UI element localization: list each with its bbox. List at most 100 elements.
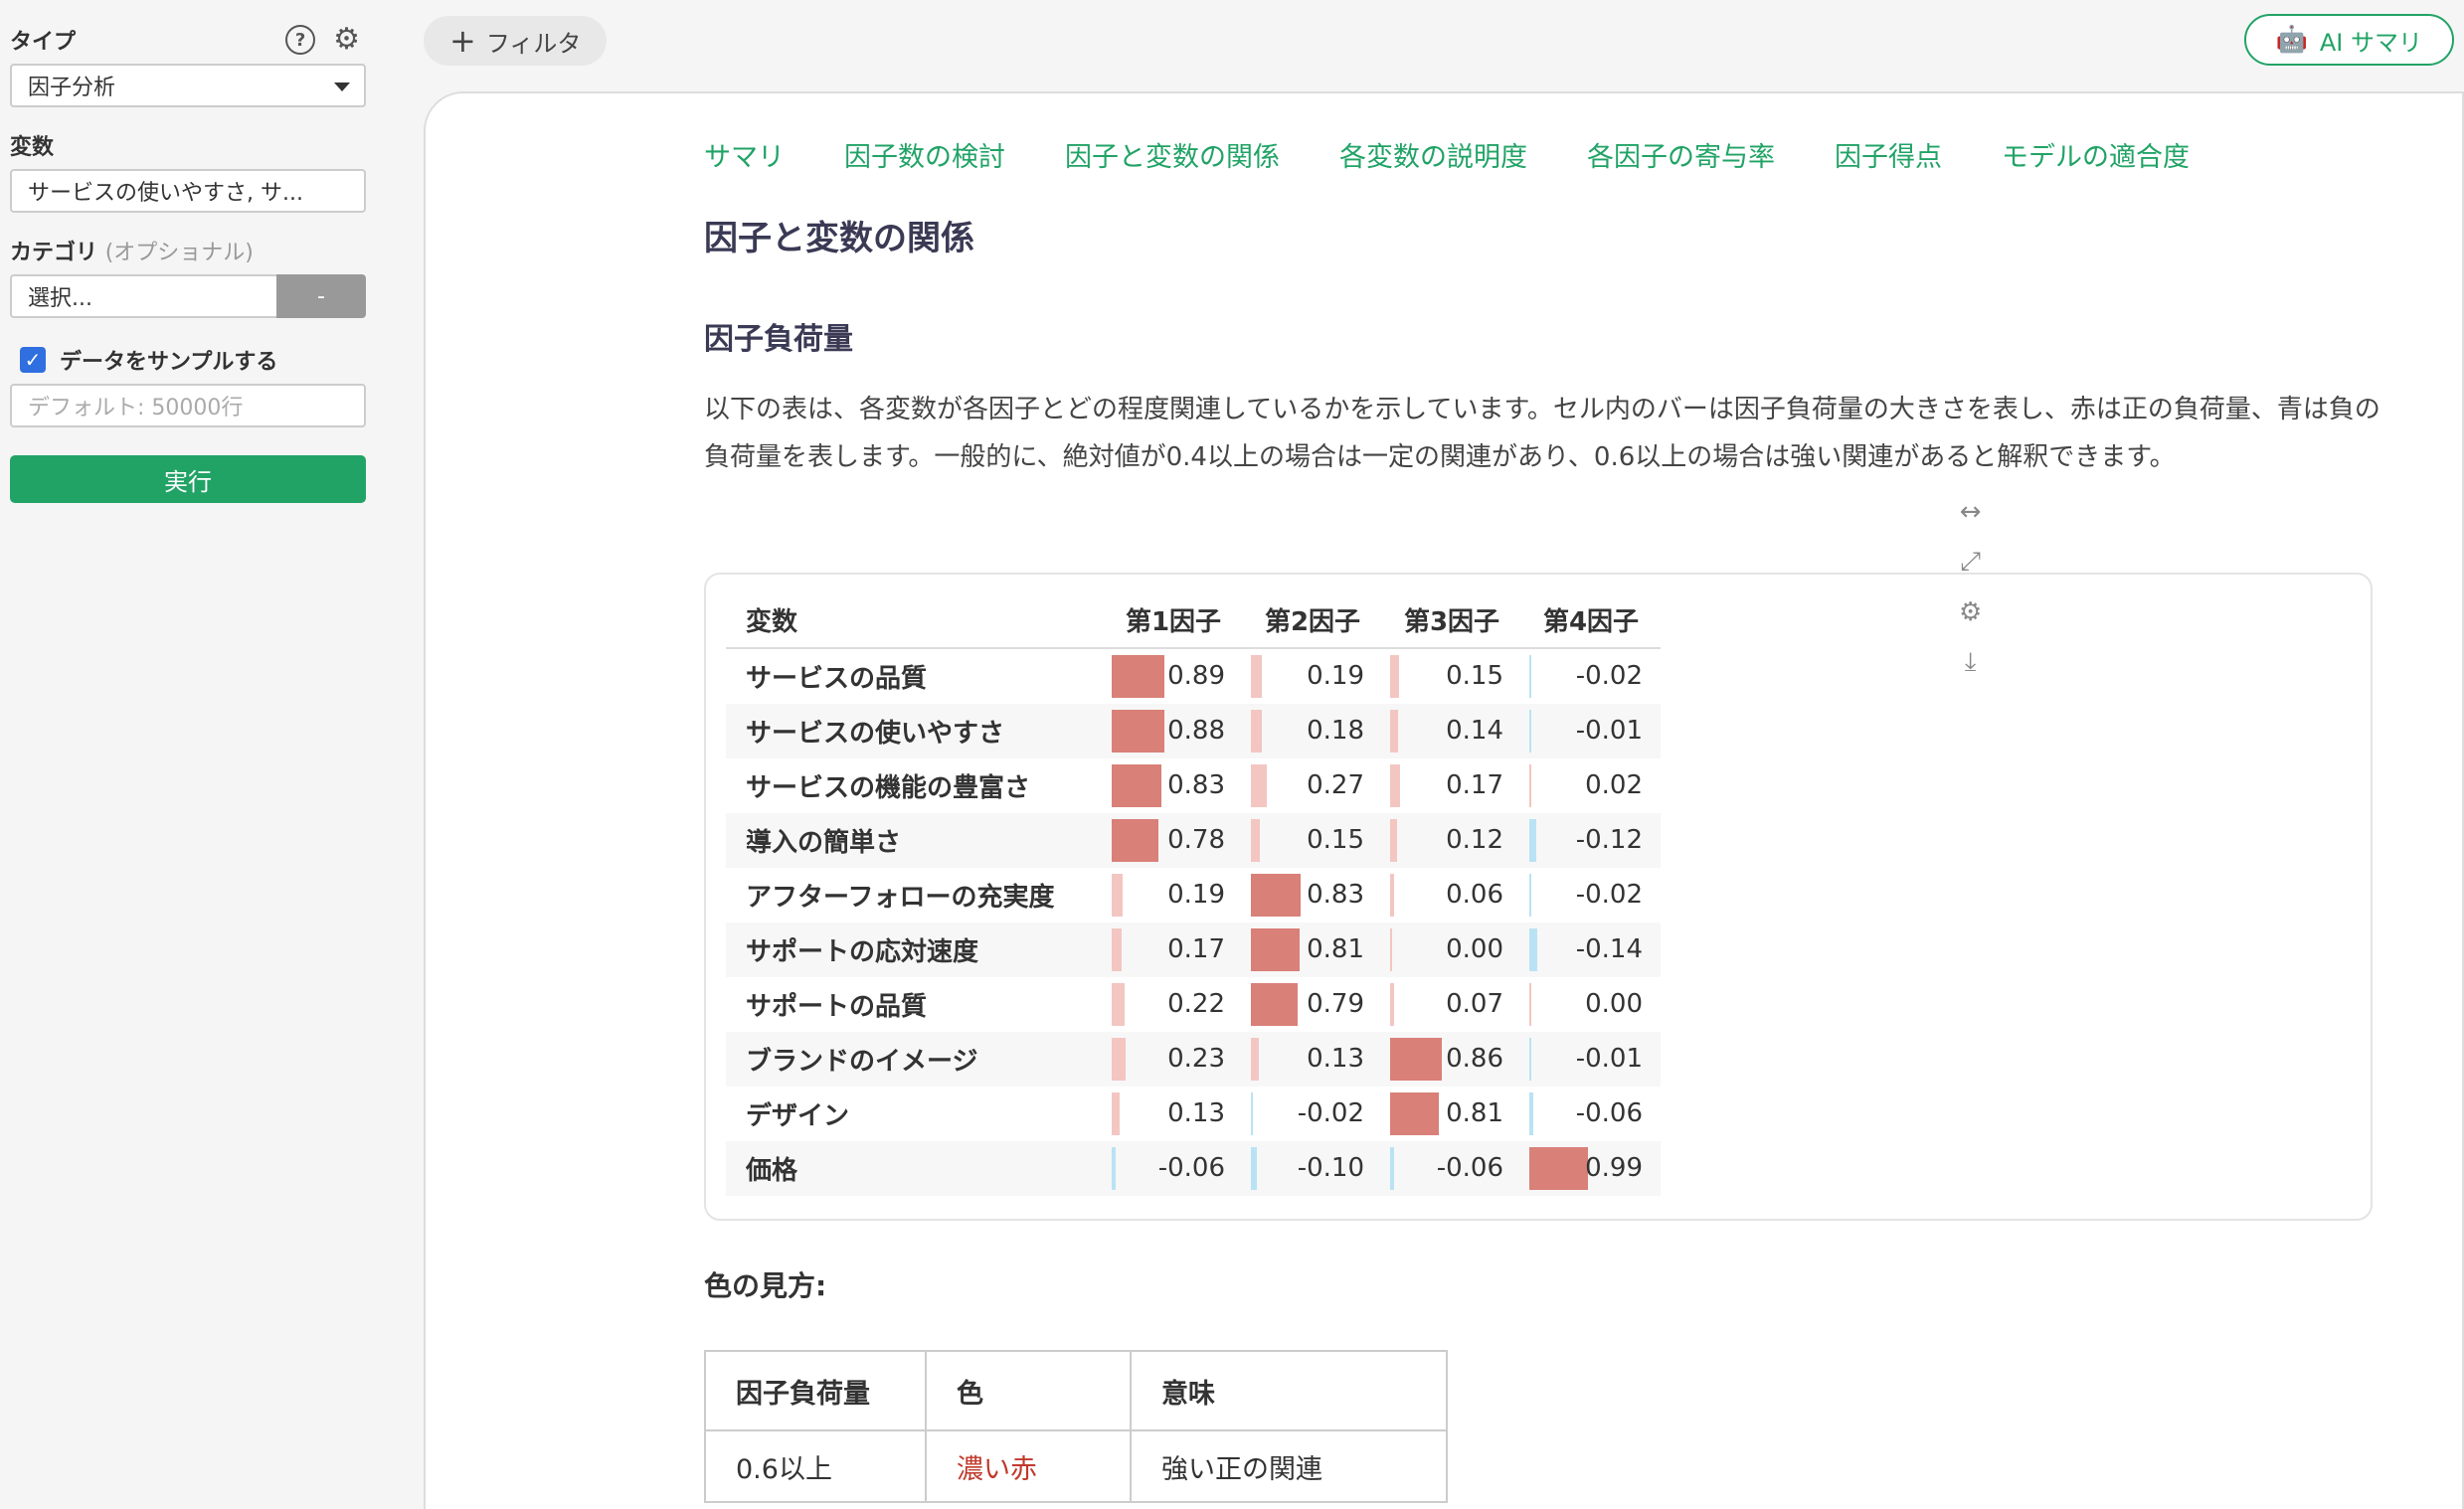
loading-bar bbox=[1251, 874, 1301, 917]
loading-value: -0.06 bbox=[1436, 1153, 1503, 1183]
tab-bar: サマリ 因子数の検討 因子と変数の関係 各変数の説明度 各因子の寄与率 因子得点… bbox=[704, 135, 2190, 174]
category-select[interactable]: 選択... bbox=[10, 274, 276, 318]
loading-cell-inner: -0.01 bbox=[1521, 704, 1661, 758]
loading-bar bbox=[1112, 655, 1164, 698]
loading-bar bbox=[1251, 655, 1262, 698]
gear-icon[interactable]: ⚙ bbox=[1959, 597, 1982, 627]
loading-cell-inner: -0.01 bbox=[1521, 1032, 1661, 1087]
loading-value: -0.02 bbox=[1575, 880, 1643, 910]
loadings-table: 変数 第1因子 第2因子 第3因子 第4因子 サービスの品質 0.89 0.19 0.… bbox=[726, 592, 1661, 1196]
loading-value: 0.27 bbox=[1307, 770, 1364, 800]
loadings-body: サービスの品質 0.89 0.19 0.15 -0.02 サービスの使いやすさ 0.88 0.… bbox=[726, 648, 1661, 1196]
color-guide-header-range: 因子負荷量 bbox=[704, 1350, 927, 1431]
gear-icon[interactable]: ⚙ bbox=[333, 25, 360, 55]
tab-explained[interactable]: 各変数の説明度 bbox=[1339, 135, 1527, 174]
loading-value: -0.02 bbox=[1297, 1098, 1364, 1128]
tab-factor-variable[interactable]: 因子と変数の関係 bbox=[1065, 135, 1280, 174]
loading-cell: -0.02 bbox=[1243, 1087, 1382, 1141]
loading-cell: 0.15 bbox=[1382, 648, 1521, 704]
expand-width-icon[interactable]: ↔ bbox=[1960, 497, 1982, 527]
type-select[interactable]: 因子分析 bbox=[10, 64, 366, 107]
download-icon[interactable]: ⤓ bbox=[1965, 647, 1977, 678]
loading-cell-inner: 0.99 bbox=[1521, 1141, 1661, 1196]
loading-value: 0.78 bbox=[1167, 825, 1225, 855]
loading-cell: 0.78 bbox=[1104, 813, 1243, 868]
loading-cell-inner: 0.78 bbox=[1104, 813, 1243, 868]
loading-bar bbox=[1251, 1092, 1253, 1135]
category-label: カテゴリ (オプショナル) bbox=[10, 235, 254, 266]
loading-bar bbox=[1390, 710, 1398, 753]
header-variable[interactable]: 変数 bbox=[726, 592, 1104, 649]
loading-cell-inner: 0.14 bbox=[1382, 704, 1521, 758]
tab-scores[interactable]: 因子得点 bbox=[1835, 135, 1942, 174]
sample-checkbox[interactable]: ✓ bbox=[20, 347, 46, 373]
loading-value: 0.22 bbox=[1167, 989, 1225, 1019]
loading-cell-inner: 0.89 bbox=[1104, 649, 1243, 704]
loading-cell: 0.19 bbox=[1104, 868, 1243, 922]
category-clear-button[interactable]: - bbox=[276, 274, 366, 318]
variable-name: 価格 bbox=[726, 1141, 1104, 1196]
tab-factor-count[interactable]: 因子数の検討 bbox=[844, 135, 1005, 174]
loading-value: 0.83 bbox=[1167, 770, 1225, 800]
loading-cell: 0.12 bbox=[1382, 813, 1521, 868]
loading-cell-inner: -0.02 bbox=[1243, 1087, 1382, 1141]
loading-cell: 0.99 bbox=[1521, 1141, 1661, 1196]
loading-cell: 0.81 bbox=[1382, 1087, 1521, 1141]
loading-cell-inner: 0.13 bbox=[1243, 1032, 1382, 1087]
variable-name: サービスの使いやすさ bbox=[726, 704, 1104, 758]
tab-fit[interactable]: モデルの適合度 bbox=[2002, 135, 2190, 174]
header-factor-3[interactable]: 第3因子 bbox=[1382, 592, 1521, 649]
loading-bar bbox=[1529, 1147, 1588, 1190]
loadings-header-row: 変数 第1因子 第2因子 第3因子 第4因子 bbox=[726, 592, 1661, 649]
loading-cell: 0.13 bbox=[1104, 1087, 1243, 1141]
fullscreen-icon[interactable]: ⤢ bbox=[1960, 547, 1981, 578]
loading-bar bbox=[1390, 928, 1392, 971]
loading-cell-inner: 0.81 bbox=[1382, 1087, 1521, 1141]
loading-value: -0.02 bbox=[1575, 661, 1643, 691]
filter-button[interactable]: + フィルタ bbox=[424, 16, 608, 66]
loading-bar bbox=[1390, 655, 1399, 698]
loading-cell: 0.17 bbox=[1382, 758, 1521, 813]
loading-bar bbox=[1251, 928, 1300, 971]
loading-cell: -0.02 bbox=[1521, 648, 1661, 704]
loading-cell: 0.22 bbox=[1104, 977, 1243, 1032]
loading-value: 0.23 bbox=[1167, 1044, 1225, 1074]
filter-label: フィルタ bbox=[485, 29, 582, 58]
loading-bar bbox=[1251, 983, 1298, 1026]
run-button[interactable]: 実行 bbox=[10, 455, 366, 503]
ai-summary-button[interactable]: 🤖 AI サマリ bbox=[2243, 14, 2454, 66]
loading-cell-inner: 0.86 bbox=[1382, 1032, 1521, 1087]
header-factor-1[interactable]: 第1因子 bbox=[1104, 592, 1243, 649]
loading-cell-inner: 0.00 bbox=[1382, 922, 1521, 977]
loading-cell-inner: 0.15 bbox=[1243, 813, 1382, 868]
loading-cell: -0.12 bbox=[1521, 813, 1661, 868]
help-icon[interactable]: ? bbox=[285, 25, 316, 55]
main-panel: サマリ 因子数の検討 因子と変数の関係 各変数の説明度 各因子の寄与率 因子得点… bbox=[424, 91, 2464, 1509]
tab-contribution[interactable]: 各因子の寄与率 bbox=[1587, 135, 1775, 174]
loading-cell: 0.13 bbox=[1243, 1032, 1382, 1087]
sample-size-input[interactable]: デフォルト: 50000行 bbox=[10, 384, 366, 427]
loading-cell: -0.06 bbox=[1104, 1141, 1243, 1196]
loading-cell: 0.19 bbox=[1243, 648, 1382, 704]
header-factor-2[interactable]: 第2因子 bbox=[1243, 592, 1382, 649]
loading-bar bbox=[1112, 983, 1125, 1026]
sidebar: タイプ ? ⚙ 因子分析 変数 サービスの使いやすさ, サ... カテゴリ (オ… bbox=[0, 0, 378, 1509]
header-factor-4[interactable]: 第4因子 bbox=[1521, 592, 1661, 649]
loading-bar bbox=[1112, 928, 1122, 971]
loading-cell-inner: -0.06 bbox=[1382, 1141, 1521, 1196]
table-tools: ↔ ⤢ ⚙ ⤓ bbox=[1959, 497, 1982, 678]
loading-value: 0.18 bbox=[1307, 716, 1364, 746]
loading-cell: 0.88 bbox=[1104, 704, 1243, 758]
tab-summary[interactable]: サマリ bbox=[704, 135, 785, 174]
loading-bar bbox=[1112, 1092, 1120, 1135]
loading-cell: 0.00 bbox=[1521, 977, 1661, 1032]
loading-cell-inner: 0.07 bbox=[1382, 977, 1521, 1032]
table-row: アフターフォローの充実度 0.19 0.83 0.06 -0.02 bbox=[726, 868, 1661, 922]
loading-cell: 0.17 bbox=[1104, 922, 1243, 977]
loading-value: 0.07 bbox=[1446, 989, 1503, 1019]
loading-value: 0.81 bbox=[1446, 1098, 1503, 1128]
chevron-down-icon bbox=[334, 83, 350, 91]
variables-input[interactable]: サービスの使いやすさ, サ... bbox=[10, 169, 366, 213]
table-row: サポートの品質 0.22 0.79 0.07 0.00 bbox=[726, 977, 1661, 1032]
loading-bar bbox=[1251, 819, 1260, 862]
